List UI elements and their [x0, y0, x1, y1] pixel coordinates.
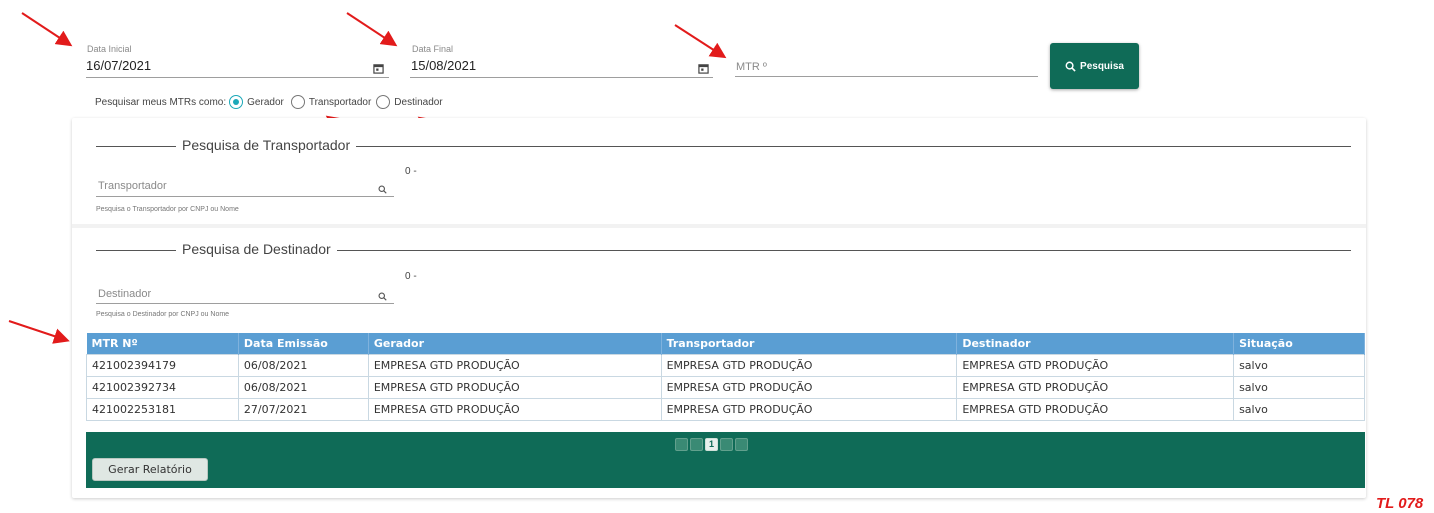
end-date-input[interactable]: 15/08/2021	[411, 58, 476, 73]
table-cell: salvo	[1233, 398, 1365, 421]
table-cell: EMPRESA GTD PRODUÇÃO	[367, 376, 662, 399]
search-as-label: Pesquisar meus MTRs como:	[95, 96, 227, 108]
annotation-arrow	[8, 320, 70, 344]
table-cell: 06/08/2021	[237, 354, 369, 377]
table-cell: 421002392734	[86, 376, 239, 399]
table-cell: 27/07/2021	[237, 398, 369, 421]
destinador-underline	[96, 303, 394, 304]
transportador-count: 0 -	[405, 166, 417, 177]
search-button-label: Pesquisa	[1080, 60, 1124, 72]
generate-report-button[interactable]: Gerar Relatório	[92, 458, 208, 481]
mtr-input[interactable]: MTR º	[736, 61, 767, 73]
results-table: MTR Nº Data Emissão Gerador Transportado…	[86, 333, 1365, 421]
radio-gerador[interactable]	[229, 95, 244, 109]
table-row[interactable]: 421002253181 27/07/2021 EMPRESA GTD PROD…	[86, 398, 1365, 421]
table-cell: EMPRESA GTD PRODUÇÃO	[956, 354, 1235, 377]
end-date-label: Data Final	[412, 44, 454, 54]
table-cell: 421002253181	[86, 398, 239, 421]
pager: 1	[675, 436, 750, 454]
table-cell: salvo	[1233, 354, 1365, 377]
start-date-underline	[86, 77, 389, 78]
transportador-input[interactable]: Transportador	[98, 180, 167, 192]
transportador-legend: Pesquisa de Transportador	[176, 137, 357, 153]
current-page[interactable]: 1	[705, 438, 718, 452]
figure-tag: TL 078	[1376, 495, 1424, 512]
table-cell: salvo	[1233, 376, 1365, 399]
start-date-label: Data Inicial	[87, 44, 132, 54]
first-page-button[interactable]	[675, 438, 688, 452]
radio-transportador[interactable]	[290, 95, 305, 109]
end-date-underline	[410, 77, 713, 78]
search-as-group: Pesquisar meus MTRs como: Gerador Transp…	[95, 95, 443, 109]
destinador-legend: Pesquisa de Destinador	[176, 241, 337, 257]
table-cell: EMPRESA GTD PRODUÇÃO	[367, 398, 662, 421]
search-icon	[1065, 61, 1076, 72]
annotation-arrow	[346, 12, 398, 47]
table-cell: EMPRESA GTD PRODUÇÃO	[367, 354, 662, 377]
last-page-button[interactable]	[735, 438, 748, 452]
destinador-count: 0 -	[405, 271, 417, 282]
column-header[interactable]: Situação	[1233, 333, 1365, 355]
column-header[interactable]: Data Emissão	[238, 333, 369, 355]
start-date-input[interactable]: 16/07/2021	[86, 58, 151, 73]
transportador-hint: Pesquisa o Transportador por CNPJ ou Nom…	[96, 206, 239, 213]
table-cell: 06/08/2021	[237, 376, 369, 399]
prev-page-button[interactable]	[690, 438, 703, 452]
table-cell: EMPRESA GTD PRODUÇÃO	[956, 398, 1235, 421]
radio-transportador-label: Transportador	[308, 96, 372, 108]
section-divider	[72, 224, 1366, 228]
next-page-button[interactable]	[720, 438, 733, 452]
table-cell: EMPRESA GTD PRODUÇÃO	[660, 354, 958, 377]
table-cell: EMPRESA GTD PRODUÇÃO	[660, 398, 958, 421]
destinador-input[interactable]: Destinador	[98, 288, 151, 300]
column-header[interactable]: MTR Nº	[86, 333, 239, 355]
table-row[interactable]: 421002394179 06/08/2021 EMPRESA GTD PROD…	[86, 354, 1365, 377]
radio-destinador[interactable]	[376, 95, 391, 109]
column-header[interactable]: Transportador	[661, 333, 958, 355]
mtr-underline	[735, 76, 1038, 77]
table-cell: EMPRESA GTD PRODUÇÃO	[660, 376, 958, 399]
annotation-arrow	[674, 24, 727, 59]
column-header[interactable]: Destinador	[956, 333, 1235, 355]
radio-destinador-label: Destinador	[394, 96, 443, 108]
column-header[interactable]: Gerador	[368, 333, 662, 355]
search-button[interactable]: Pesquisa	[1050, 43, 1139, 89]
transportador-underline	[96, 196, 394, 197]
table-cell: EMPRESA GTD PRODUÇÃO	[956, 376, 1235, 399]
table-cell: 421002394179	[86, 354, 239, 377]
radio-gerador-label: Gerador	[247, 96, 284, 108]
table-header-row: MTR Nº Data Emissão Gerador Transportado…	[86, 333, 1365, 355]
annotation-arrow	[21, 12, 73, 47]
destinador-hint: Pesquisa o Destinador por CNPJ ou Nome	[96, 311, 230, 318]
table-row[interactable]: 421002392734 06/08/2021 EMPRESA GTD PROD…	[86, 376, 1365, 399]
